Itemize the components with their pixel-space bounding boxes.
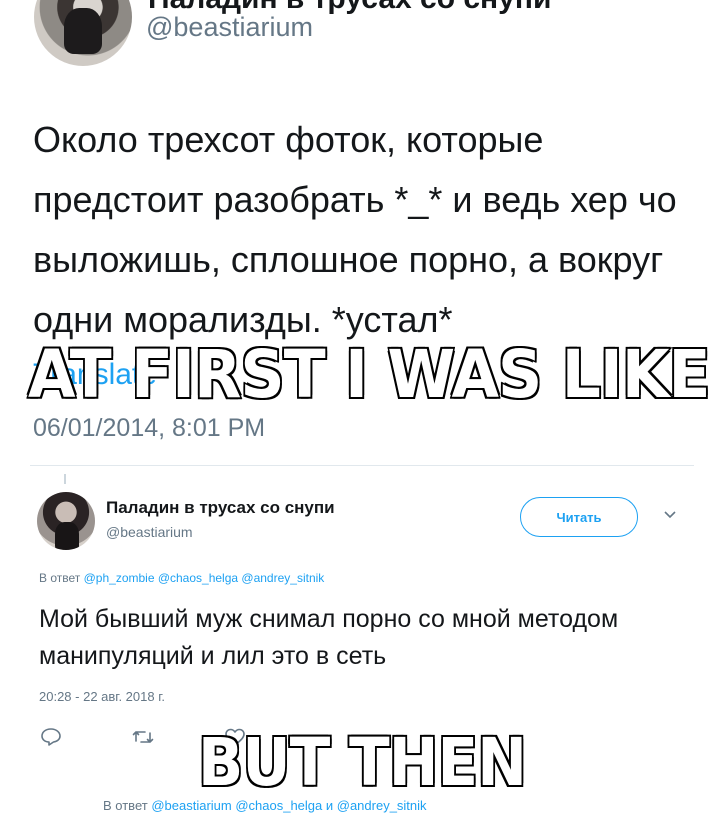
meme-caption-bottom: BUT THEN: [197, 723, 529, 803]
divider: [30, 465, 694, 466]
chevron-down-icon[interactable]: [662, 508, 678, 522]
tweet-timestamp[interactable]: 20:28 - 22 авг. 2018 г.: [39, 689, 165, 704]
reply-prefix: В ответ: [103, 798, 148, 813]
reply-prefix: В ответ: [39, 571, 81, 585]
avatar[interactable]: [34, 0, 132, 66]
follow-button[interactable]: Читать: [520, 497, 638, 537]
reply-mentions[interactable]: @ph_zombie @chaos_helga @andrey_sitnik: [84, 571, 325, 585]
tweet-timestamp[interactable]: 06/01/2014, 8:01 PM: [33, 414, 265, 443]
author-handle[interactable]: @beastiarium: [106, 524, 193, 540]
author-handle[interactable]: @beastiarium: [146, 12, 313, 43]
meme-caption-top: AT FIRST I WAS LIKE: [27, 335, 712, 415]
author-name[interactable]: Паладин в трусах со снупи: [106, 498, 335, 518]
retweet-icon[interactable]: [132, 727, 154, 747]
reply-context: В ответ @ph_zombie @chaos_helga @andrey_…: [39, 571, 324, 585]
avatar[interactable]: [37, 492, 95, 550]
tweet-text: Мой бывший муж снимал порно со мной мето…: [39, 605, 619, 670]
tweet-text: Около трехсот фоток, которые предстоит р…: [33, 119, 677, 340]
reply-icon[interactable]: [40, 727, 62, 747]
thread-line: [64, 474, 66, 484]
